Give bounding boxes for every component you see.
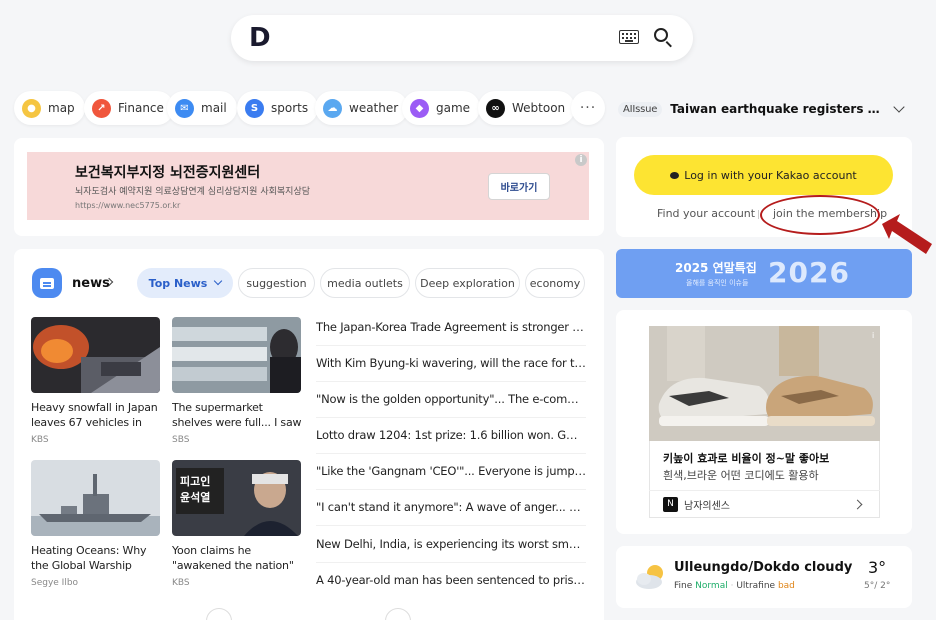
ad-title: 보건복지부지정 뇌전증지원센터 [75, 165, 261, 181]
news-thumb-supermarket[interactable] [172, 317, 301, 393]
partly-cloudy-icon [636, 565, 663, 589]
tab-label: Top News [148, 276, 208, 290]
divider [316, 381, 586, 382]
cloud-icon: ☁ [323, 98, 342, 118]
more-services-button[interactable]: ··· [571, 91, 605, 125]
divider [316, 489, 586, 490]
issue-headline[interactable]: Taiwan earthquake registers magnitude [670, 102, 881, 116]
news-card-title[interactable]: Yoon claims he "awakened the nation" bec… [172, 543, 302, 573]
banner-subtitle: 올해를 움직인 이슈들 [686, 279, 749, 287]
headline-item[interactable]: "Like the 'Gangnam 'CEO'"... Everyone is… [316, 464, 586, 478]
news-card-title[interactable]: Heavy snowfall in Japan leaves 67 vehicl… [31, 400, 161, 430]
divider [758, 210, 759, 219]
divider [649, 490, 880, 491]
shoes-image[interactable]: i [649, 326, 880, 441]
service-game[interactable]: ◆ game [402, 91, 481, 125]
service-webtoon[interactable]: ∞ Webtoon [478, 91, 576, 125]
ad-desc: 뇌자도검사 예약지원 의료상담연계 심리상담지원 사회복지상담 [75, 187, 311, 197]
weather-temperature: 3° [868, 558, 887, 577]
divider [316, 453, 586, 454]
tab-suggestion[interactable]: suggestion [238, 268, 315, 298]
chat-bubble-icon [670, 171, 680, 179]
divider [316, 525, 586, 526]
chevron-down-icon [214, 276, 223, 286]
news-source: KBS [31, 435, 49, 445]
news-thumb-warship[interactable] [31, 460, 160, 536]
service-weather[interactable]: ☁ weather [315, 91, 409, 125]
tab-economy[interactable]: economy [525, 268, 585, 298]
sports-icon: S [245, 98, 264, 118]
fine-dust-value: Normal [695, 581, 728, 591]
highlight-ellipse [760, 195, 880, 235]
search-icon[interactable] [654, 28, 668, 42]
news-thumb-yoon[interactable]: 피고인 윤석열 [172, 460, 301, 536]
kakao-login-button[interactable]: Log in with your Kakao account [634, 155, 893, 195]
service-mail[interactable]: ✉ mail [167, 91, 237, 125]
mail-icon: ✉ [175, 98, 194, 118]
divider [316, 562, 586, 563]
headline-item[interactable]: A 40-year-old man has been sentenced to … [316, 573, 586, 587]
service-label: weather [349, 101, 399, 115]
banner-title: 2025 연말특집 [675, 261, 757, 275]
service-finance[interactable]: ↗ Finance [84, 91, 174, 125]
issue-tag: AIIssue [618, 101, 663, 117]
brand-name[interactable]: 남자의센스 [684, 497, 730, 512]
news-icon[interactable] [32, 268, 62, 298]
service-label: sports [271, 101, 309, 115]
news-card-title[interactable]: Heating Oceans: Why the Global Warship M… [31, 543, 161, 573]
year-end-banner[interactable]: 2025 연말특집 올해를 움직인 이슈들 2026 [616, 249, 912, 298]
fine-dust-label: Fine [674, 581, 693, 591]
headline-item[interactable]: Lotto draw 1204: 1st prize: 1.6 billion … [316, 428, 586, 442]
ultrafine-value: bad [777, 581, 795, 591]
brand-logo: N [663, 497, 678, 512]
divider [316, 417, 586, 418]
issue-ticker[interactable]: AIIssue Taiwan earthquake registers magn… [618, 99, 914, 119]
banner-graphic: 2026 [768, 256, 850, 289]
news-title[interactable]: news [72, 276, 110, 291]
service-map[interactable]: ● map [14, 91, 85, 125]
map-pin-icon: ● [22, 98, 41, 118]
webtoon-icon: ∞ [486, 98, 505, 118]
info-icon[interactable]: i [575, 154, 587, 166]
headline-item[interactable]: New Delhi, India, is experiencing its wo… [316, 537, 586, 551]
service-sports[interactable]: S sports [237, 91, 319, 125]
service-label: mail [201, 101, 227, 115]
search-bar[interactable]: D [231, 15, 693, 61]
finance-chart-icon: ↗ [92, 98, 111, 118]
news-source: SBS [172, 435, 190, 445]
news-source: Segye Ilbo [31, 578, 79, 588]
daum-logo[interactable]: D [249, 24, 271, 52]
service-label: map [48, 101, 75, 115]
login-label: Log in with your Kakao account [684, 168, 857, 182]
tab-top-news[interactable]: Top News [137, 268, 233, 298]
headline-item[interactable]: With Kim Byung-ki wavering, will the rac… [316, 356, 586, 370]
tab-deep-exploration[interactable]: Deep exploration [415, 268, 520, 298]
ad-banner[interactable]: 보건복지부지정 뇌전증지원센터 뇌자도검사 예약지원 의료상담연계 심리상담지원… [27, 152, 589, 220]
ad-url: https://www.nec5775.or.kr [75, 201, 181, 210]
service-label: game [436, 101, 471, 115]
air-quality: Fine Normal · Ultrafine bad [674, 581, 795, 591]
ad-go-button[interactable]: 바로가기 [488, 173, 550, 200]
product-title[interactable]: 키높이 효과로 비율이 정~말 좋아보 [663, 450, 829, 466]
news-card-title[interactable]: The supermarket shelves were full... I s… [172, 400, 302, 430]
news-source: KBS [172, 578, 190, 588]
divider [316, 345, 586, 346]
svg-text:i: i [872, 331, 874, 340]
tab-media-outlets[interactable]: media outlets [320, 268, 410, 298]
news-thumb-snowfall[interactable] [31, 317, 160, 393]
thumb-caption: 피고인 윤석열 [180, 475, 211, 504]
headline-item[interactable]: "I can't stand it anymore": A wave of an… [316, 500, 586, 514]
weather-location: Ulleungdo/Dokdo cloudy [674, 560, 853, 575]
gamepad-icon: ◆ [410, 98, 429, 118]
ultrafine-label: Ultrafine [736, 581, 776, 591]
headline-item[interactable]: The Japan-Korea Trade Agreement is stron… [316, 320, 586, 334]
temp-range: 5°/ 2° [864, 581, 891, 591]
service-label: Webtoon [512, 101, 566, 115]
chevron-down-icon[interactable] [893, 100, 905, 113]
service-label: Finance [118, 101, 164, 115]
find-account-link[interactable]: Find your account [657, 207, 755, 220]
product-desc: 흰색,브라운 어떤 코디에도 활용하 [663, 469, 819, 482]
keyboard-icon[interactable] [619, 30, 639, 44]
headline-item[interactable]: "Now is the golden opportunity"... The e… [316, 392, 586, 406]
